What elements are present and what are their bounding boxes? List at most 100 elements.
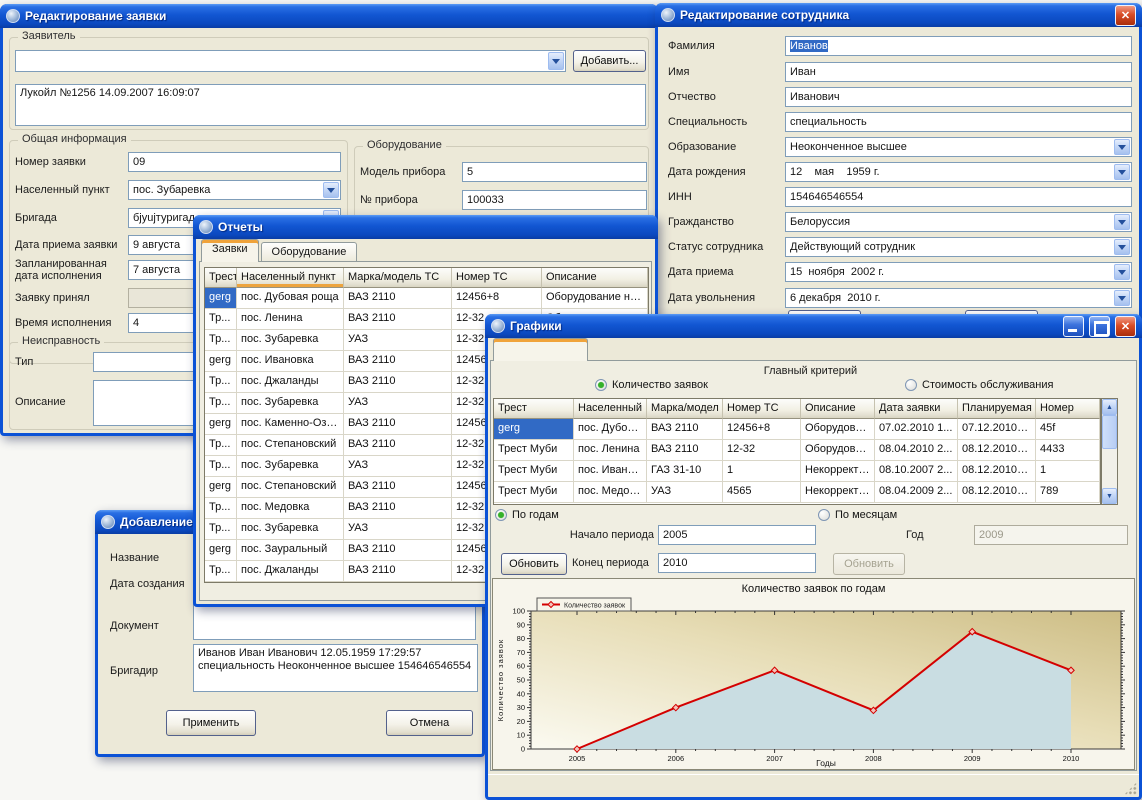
table-cell: пос. Дубовая роща: [237, 288, 344, 309]
refresh-button-disabled[interactable]: Обновить: [833, 553, 905, 575]
applicant-history-box[interactable]: Лукойл №1256 14.09.2007 16:09:07: [15, 84, 646, 126]
column-header[interactable]: Номер ТС: [723, 399, 801, 419]
table-row[interactable]: gergпос. Дубовая рощаВАЗ 211012456+8Обор…: [205, 288, 648, 309]
table-scrollbar[interactable]: ▲ ▼: [1101, 398, 1118, 505]
resize-grip[interactable]: [1124, 782, 1137, 795]
table-cell: ГАЗ 31-10: [647, 461, 723, 482]
chevron-down-icon[interactable]: [1114, 290, 1130, 306]
titlebar-reports[interactable]: Отчеты: [193, 215, 658, 239]
svg-text:100: 100: [512, 607, 525, 616]
refresh-button[interactable]: Обновить: [501, 553, 567, 575]
employee-field-input[interactable]: специальность: [785, 112, 1132, 132]
chevron-down-icon[interactable]: [1114, 264, 1130, 280]
table-cell: 1: [1036, 461, 1100, 482]
employee-field-input[interactable]: 154646546554: [785, 187, 1132, 207]
radio-requests-count[interactable]: Количество заявок: [595, 379, 708, 391]
tab-requests[interactable]: Заявки: [201, 239, 259, 262]
applicant-history-text: Лукойл №1256 14.09.2007 16:09:07: [20, 87, 200, 99]
employee-field-combobox[interactable]: Белоруссия: [785, 212, 1132, 232]
table-row[interactable]: gergпос. Дубова...ВАЗ 211012456+8Оборудо…: [494, 419, 1100, 440]
tab-equipment[interactable]: Оборудование: [261, 242, 358, 262]
svg-text:90: 90: [517, 620, 525, 629]
column-header[interactable]: Трест: [205, 268, 237, 288]
radio-service-cost[interactable]: Стоимость обслуживания: [905, 379, 1053, 391]
close-icon[interactable]: ✕: [1115, 316, 1136, 337]
employee-field-label: ИНН: [668, 191, 780, 203]
column-header[interactable]: Планируемая: [958, 399, 1036, 419]
year-input[interactable]: 2009: [974, 525, 1128, 545]
table-cell: Тр...: [205, 498, 237, 519]
column-header[interactable]: Трест: [494, 399, 574, 419]
column-header[interactable]: Марка/модел: [647, 399, 723, 419]
table-cell: 12456+8: [452, 288, 542, 309]
charts-blank-tab[interactable]: [493, 338, 588, 361]
column-header[interactable]: Населенный пункт: [237, 268, 344, 288]
employee-field-value: Иванович: [790, 91, 840, 103]
employee-field-combobox[interactable]: 15 ноября 2002 г.: [785, 262, 1132, 282]
period-end-input[interactable]: 2010: [658, 553, 816, 573]
employee-field-combobox[interactable]: Действующий сотрудник: [785, 237, 1132, 257]
table-cell: ВАЗ 2110: [344, 435, 452, 456]
chevron-down-icon[interactable]: [548, 52, 564, 70]
table-cell: ВАЗ 2110: [344, 414, 452, 435]
close-icon[interactable]: ✕: [1115, 5, 1136, 26]
request-field-combobox[interactable]: пос. Зубаревка: [128, 180, 341, 200]
table-cell: 45f: [1036, 419, 1100, 440]
column-header[interactable]: Дата заявки: [875, 399, 958, 419]
period-start-input[interactable]: 2005: [658, 525, 816, 545]
employee-field-value: Неоконченное высшее: [790, 141, 907, 153]
column-header[interactable]: Номер ТС: [452, 268, 542, 288]
titlebar-edit-request[interactable]: Редактирование заявки: [0, 4, 658, 28]
period-start-value: 2005: [663, 529, 687, 541]
employee-field-combobox[interactable]: Неоконченное высшее: [785, 137, 1132, 157]
scroll-up-icon[interactable]: ▲: [1102, 399, 1117, 415]
chevron-down-icon[interactable]: [323, 182, 339, 198]
titlebar-edit-employee[interactable]: Редактирование сотрудника ✕: [655, 3, 1142, 27]
apply-button[interactable]: Применить: [166, 710, 256, 736]
chevron-down-icon[interactable]: [1114, 139, 1130, 155]
svg-text:2006: 2006: [667, 754, 684, 763]
equipment-field-input[interactable]: 100033: [462, 190, 647, 210]
chevron-down-icon[interactable]: [1114, 164, 1130, 180]
employee-field-input[interactable]: Иванович: [785, 87, 1132, 107]
radio-by-years[interactable]: По годам: [495, 509, 559, 521]
employee-field-label: Образование: [668, 141, 780, 153]
brigadier-box[interactable]: Иванов Иван Иванович 12.05.1959 17:29:57…: [193, 644, 478, 692]
equipment-field-label: № прибора: [360, 194, 460, 206]
cancel-button[interactable]: Отмена: [386, 710, 473, 736]
titlebar-charts[interactable]: Графики ✕: [485, 314, 1142, 338]
applicant-group-label: Заявитель: [18, 30, 80, 42]
radio-icon: [495, 509, 507, 521]
column-header[interactable]: Номер: [1036, 399, 1100, 419]
radio-icon: [595, 379, 607, 391]
chevron-down-icon[interactable]: [1114, 239, 1130, 255]
scroll-down-icon[interactable]: ▼: [1102, 488, 1117, 504]
add-applicant-button[interactable]: Добавить...: [573, 50, 646, 72]
chevron-down-icon[interactable]: [1114, 214, 1130, 230]
column-header[interactable]: Описание: [542, 268, 648, 288]
table-row[interactable]: Трест Мубипос. ЛенинаВАЗ 211012-32Оборуд…: [494, 440, 1100, 461]
window-title: Добавление: [120, 515, 193, 529]
scrollbar-thumb[interactable]: [1102, 415, 1117, 449]
employee-field-label: Статус сотрудника: [668, 241, 780, 253]
table-row[interactable]: Трест Мубипос. Иванов...ГАЗ 31-101Некорр…: [494, 461, 1100, 482]
employee-field-input[interactable]: Иванов: [785, 36, 1132, 56]
column-header[interactable]: Описание: [801, 399, 875, 419]
equipment-field-input[interactable]: 5: [462, 162, 647, 182]
svg-text:2010: 2010: [1063, 754, 1080, 763]
maximize-icon[interactable]: [1089, 316, 1110, 337]
employee-field-value: специальность: [790, 116, 867, 128]
equipment-group: Оборудование: [354, 146, 649, 224]
table-cell: пос. Ленина: [574, 440, 647, 461]
column-header[interactable]: Населенный: [574, 399, 647, 419]
applicant-combobox[interactable]: Лукойл №1256 14.09.2007: [15, 50, 566, 72]
table-row[interactable]: Трест Мубипос. МедовкаУАЗ4565Некорректн.…: [494, 482, 1100, 503]
column-header[interactable]: Марка/модель ТС: [344, 268, 452, 288]
table-cell: Оборудование не ф...: [542, 288, 648, 309]
minimize-icon[interactable]: [1063, 316, 1084, 337]
radio-by-months[interactable]: По месяцам: [818, 509, 897, 521]
employee-field-combobox[interactable]: 6 декабря 2010 г.: [785, 288, 1132, 308]
employee-field-input[interactable]: Иван: [785, 62, 1132, 82]
employee-field-combobox[interactable]: 12 мая 1959 г.: [785, 162, 1132, 182]
request-field-input[interactable]: 09: [128, 152, 341, 172]
